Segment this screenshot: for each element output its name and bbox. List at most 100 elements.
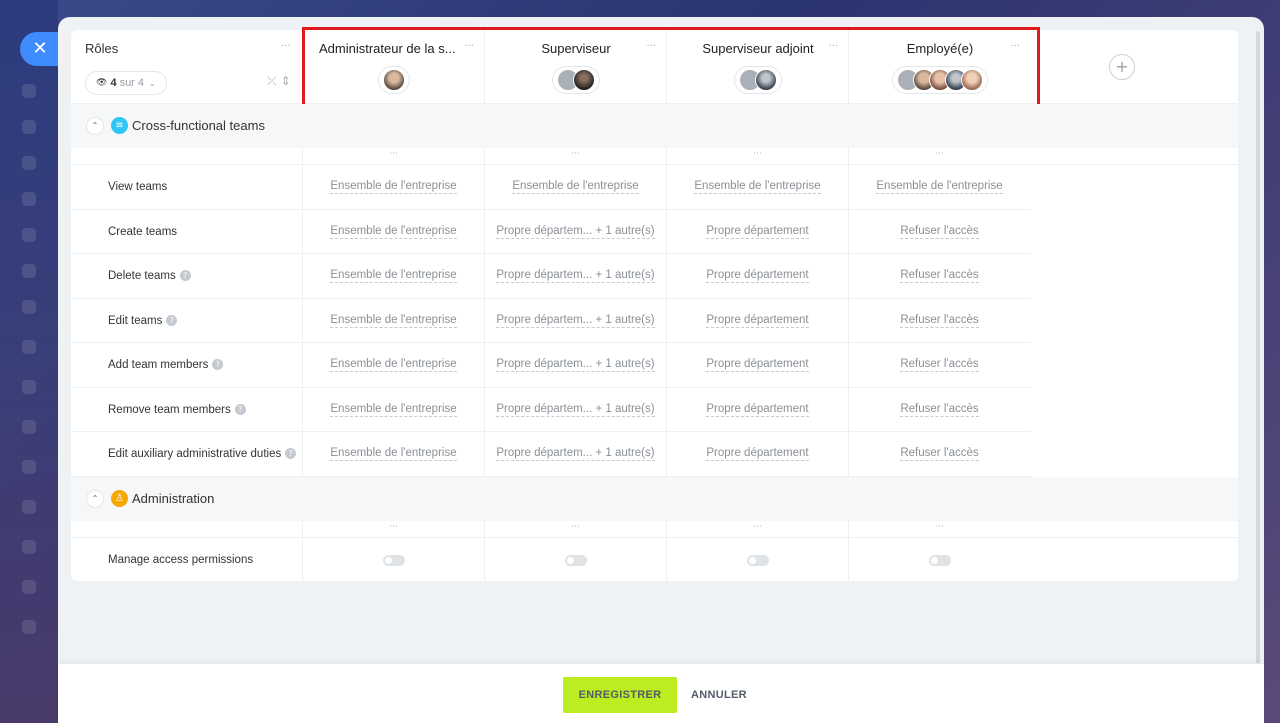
help-icon[interactable]: ? <box>285 448 297 460</box>
permission-toggle[interactable] <box>928 554 951 566</box>
permission-value[interactable]: Propre départem... + 1 autre(s) <box>496 269 655 283</box>
permission-value-cell[interactable]: Refuser l'accès <box>848 254 1030 298</box>
permission-value-cell[interactable]: Ensemble de l'entreprise <box>848 165 1030 209</box>
permission-value[interactable]: Ensemble de l'entreprise <box>330 269 457 283</box>
column-actions-icon[interactable]: ··· <box>848 148 1030 165</box>
role-members[interactable] <box>667 66 849 94</box>
chevron-up-icon[interactable]: ⌃ <box>86 117 104 135</box>
permission-value[interactable]: Propre département <box>706 403 809 417</box>
column-actions-icon[interactable]: ··· <box>666 521 848 538</box>
role-members[interactable] <box>485 66 667 94</box>
permission-value[interactable]: Propre département <box>706 358 809 372</box>
chevron-up-icon[interactable]: ⌃ <box>86 490 104 508</box>
permission-value-cell[interactable]: Propre départem... + 1 autre(s) <box>484 298 666 343</box>
permission-value[interactable]: Refuser l'accès <box>900 225 979 239</box>
role-menu-icon[interactable]: ··· <box>828 41 838 52</box>
permission-value[interactable]: Propre départem... + 1 autre(s) <box>496 358 655 372</box>
permission-value-cell[interactable]: Ensemble de l'entreprise <box>484 165 666 209</box>
sort-controls[interactable]: ⤫⇕ <box>267 74 295 89</box>
permission-value[interactable]: Refuser l'accès <box>900 447 979 461</box>
permission-value[interactable]: Ensemble de l'entreprise <box>876 180 1003 194</box>
permission-value[interactable]: Ensemble de l'entreprise <box>512 180 639 194</box>
permission-value[interactable]: Propre département <box>706 269 809 283</box>
column-actions-icon[interactable]: ··· <box>666 148 848 165</box>
cancel-button[interactable]: ANNULER <box>684 677 754 713</box>
permission-toggle[interactable] <box>564 554 587 566</box>
sort-icon[interactable]: ⇕ <box>281 74 295 88</box>
permission-value[interactable]: Propre département <box>706 225 809 239</box>
collapse-icon[interactable]: ⤫ <box>267 74 281 88</box>
permission-value-cell[interactable]: Ensemble de l'entreprise <box>302 387 484 432</box>
permission-value[interactable]: Refuser l'accès <box>900 314 979 328</box>
role-members[interactable] <box>303 66 485 94</box>
roles-filter[interactable]: 👁 4 sur 4 ⌄ <box>85 71 167 95</box>
permission-value-cell[interactable]: Propre département <box>666 298 848 343</box>
permission-value[interactable]: Ensemble de l'entreprise <box>330 447 457 461</box>
permission-value-cell[interactable]: Propre départem... + 1 autre(s) <box>484 387 666 432</box>
permission-value[interactable]: Refuser l'accès <box>900 269 979 283</box>
permission-value-cell[interactable]: Ensemble de l'entreprise <box>302 165 484 209</box>
permission-toggle-cell[interactable] <box>848 538 1030 582</box>
permission-value[interactable]: Propre départem... + 1 autre(s) <box>496 447 655 461</box>
help-icon[interactable]: ? <box>179 270 191 282</box>
permission-value-cell[interactable]: Propre département <box>666 343 848 387</box>
permission-value[interactable]: Propre départem... + 1 autre(s) <box>496 314 655 328</box>
column-actions-icon[interactable]: ··· <box>484 148 666 165</box>
permission-value-cell[interactable]: Refuser l'accès <box>848 387 1030 432</box>
role-column-header[interactable]: Superviseur adjoint ··· <box>666 30 848 104</box>
permission-value[interactable]: Ensemble de l'entreprise <box>330 180 457 194</box>
help-icon[interactable]: ? <box>234 403 246 415</box>
role-column-header[interactable]: Administrateur de la s... ··· <box>302 30 484 104</box>
add-role-button[interactable]: + <box>1109 54 1135 80</box>
role-members[interactable] <box>849 66 1031 94</box>
save-button[interactable]: ENREGISTRER <box>563 677 677 713</box>
help-icon[interactable]: ? <box>212 359 224 371</box>
permission-value-cell[interactable]: Ensemble de l'entreprise <box>302 254 484 298</box>
roles-menu-icon[interactable]: ··· <box>281 41 291 52</box>
scrollbar[interactable] <box>1256 31 1260 707</box>
permission-value[interactable]: Propre départem... + 1 autre(s) <box>496 403 655 417</box>
role-menu-icon[interactable]: ··· <box>464 41 474 52</box>
permission-toggle-cell[interactable] <box>484 538 666 582</box>
permission-value-cell[interactable]: Refuser l'accès <box>848 209 1030 254</box>
column-actions-icon[interactable]: ··· <box>484 521 666 538</box>
permission-value[interactable]: Ensemble de l'entreprise <box>330 225 457 239</box>
permission-value-cell[interactable]: Ensemble de l'entreprise <box>302 343 484 387</box>
permission-toggle-cell[interactable] <box>302 538 484 582</box>
permission-value-cell[interactable]: Propre département <box>666 254 848 298</box>
section-header[interactable]: ⌃ ≡ Cross-functional teams <box>71 104 1238 148</box>
permission-value-cell[interactable]: Refuser l'accès <box>848 298 1030 343</box>
permission-value-cell[interactable]: Propre départem... + 1 autre(s) <box>484 209 666 254</box>
section-header[interactable]: ⌃ ♙ Administration <box>71 477 1238 521</box>
permission-value[interactable]: Ensemble de l'entreprise <box>330 403 457 417</box>
permission-toggle[interactable] <box>382 554 405 566</box>
permission-value-cell[interactable]: Ensemble de l'entreprise <box>302 432 484 476</box>
permission-value-cell[interactable]: Propre département <box>666 209 848 254</box>
column-actions-icon[interactable]: ··· <box>302 521 484 538</box>
column-actions-icon[interactable]: ··· <box>848 521 1030 538</box>
role-menu-icon[interactable]: ··· <box>646 41 656 52</box>
permission-value-cell[interactable]: Propre départem... + 1 autre(s) <box>484 254 666 298</box>
permission-value[interactable]: Propre départem... + 1 autre(s) <box>496 225 655 239</box>
close-slider-button[interactable]: ✕ <box>20 32 58 66</box>
permission-value-cell[interactable]: Propre département <box>666 387 848 432</box>
permission-toggle-cell[interactable] <box>666 538 848 582</box>
permission-value-cell[interactable]: Ensemble de l'entreprise <box>302 298 484 343</box>
permission-value-cell[interactable]: Ensemble de l'entreprise <box>302 209 484 254</box>
role-menu-icon[interactable]: ··· <box>1010 41 1020 52</box>
column-actions-icon[interactable]: ··· <box>302 148 484 165</box>
permission-value[interactable]: Refuser l'accès <box>900 358 979 372</box>
permission-value[interactable]: Propre département <box>706 447 809 461</box>
role-column-header[interactable]: Superviseur ··· <box>484 30 666 104</box>
permission-value-cell[interactable]: Refuser l'accès <box>848 343 1030 387</box>
help-icon[interactable]: ? <box>166 314 178 326</box>
permission-toggle[interactable] <box>746 554 769 566</box>
permission-value-cell[interactable]: Propre département <box>666 432 848 476</box>
permission-value[interactable]: Ensemble de l'entreprise <box>694 180 821 194</box>
permission-value[interactable]: Ensemble de l'entreprise <box>330 314 457 328</box>
role-column-header[interactable]: Employé(e) ··· <box>848 30 1030 104</box>
permission-value-cell[interactable]: Propre départem... + 1 autre(s) <box>484 432 666 476</box>
permission-value[interactable]: Ensemble de l'entreprise <box>330 358 457 372</box>
permission-value-cell[interactable]: Ensemble de l'entreprise <box>666 165 848 209</box>
permission-value[interactable]: Refuser l'accès <box>900 403 979 417</box>
